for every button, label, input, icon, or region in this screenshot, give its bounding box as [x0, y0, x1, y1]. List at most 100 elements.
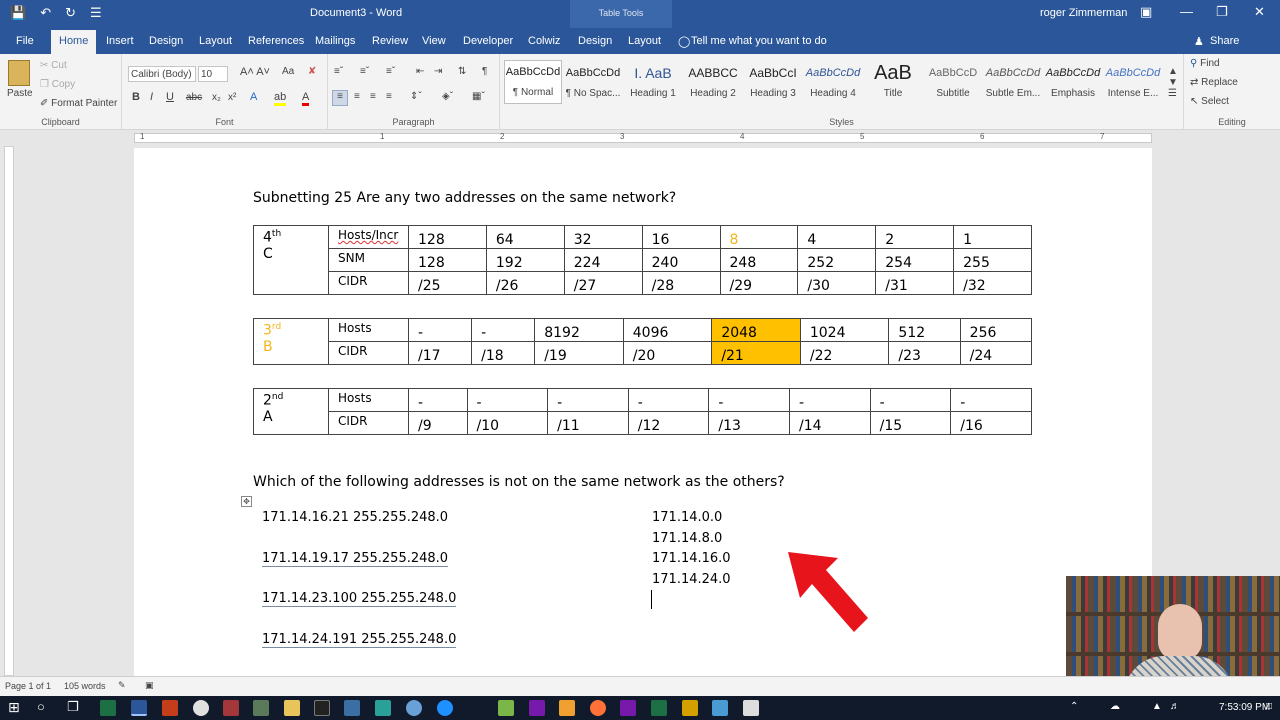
style-heading-1[interactable]: I. AaB Heading 1 [624, 62, 682, 99]
highlight-color-icon[interactable]: ab [274, 91, 287, 106]
decrease-indent-icon[interactable]: ⇤ [416, 66, 424, 77]
task-view-icon[interactable]: ❐ [67, 699, 79, 715]
app-icon[interactable] [559, 700, 575, 716]
minimize-icon[interactable]: — [1180, 4, 1193, 19]
italic-icon[interactable]: I [150, 91, 153, 103]
tab-home[interactable]: Home [51, 30, 97, 54]
strikethrough-icon[interactable]: abc [186, 92, 202, 103]
app-icon[interactable] [375, 700, 391, 716]
bullets-icon[interactable]: ≡ˇ [334, 66, 343, 77]
style-emphasis[interactable]: AaBbCcDd Emphasis [1044, 62, 1102, 99]
customize-icon[interactable]: ☰ [90, 5, 102, 21]
volume-icon[interactable]: ♬ [1170, 701, 1180, 712]
font-color-icon[interactable]: A [302, 91, 310, 106]
redo-icon[interactable]: ↻ [65, 5, 76, 21]
grow-shrink-font-icon[interactable]: A˄ A˅ [240, 66, 270, 78]
font-name-select[interactable]: Calibri (Body) [128, 66, 196, 82]
tab-table-layout[interactable]: Layout [628, 35, 661, 47]
align-right-icon[interactable]: ≡ [370, 91, 376, 102]
style-subtle-emphasis[interactable]: AaBbCcDd Subtle Em... [984, 62, 1042, 99]
cloud-icon[interactable]: ☁ [1110, 701, 1120, 712]
app-icon[interactable] [651, 700, 667, 716]
paste-icon[interactable] [8, 60, 30, 86]
underline-icon[interactable]: U [166, 91, 174, 103]
app-icon[interactable] [344, 700, 360, 716]
page-count[interactable]: Page 1 of 1 [5, 681, 51, 691]
copy-button[interactable]: ❐ Copy [40, 79, 75, 90]
shading-icon[interactable]: ◈ˇ [442, 91, 453, 102]
user-name[interactable]: roger Zimmerman [1040, 7, 1127, 19]
windows-start-icon[interactable]: ⊞ [8, 699, 20, 716]
numbering-icon[interactable]: ≡ˇ [360, 66, 369, 77]
maximize-icon[interactable]: ❐ [1216, 4, 1228, 20]
style-intense-emphasis[interactable]: AaBbCcDd Intense E... [1104, 62, 1162, 99]
change-case-icon[interactable]: Aa [282, 66, 294, 77]
app-icon[interactable] [712, 700, 728, 716]
align-left-icon[interactable]: ≡ [332, 90, 348, 106]
style-title[interactable]: AaB Title [864, 62, 922, 99]
app-icon[interactable] [682, 700, 698, 716]
clear-formatting-icon[interactable]: ✘ [308, 66, 316, 77]
justify-icon[interactable]: ≡ [386, 91, 392, 102]
access-icon[interactable] [223, 700, 239, 716]
word-icon[interactable] [131, 700, 147, 716]
vertical-ruler[interactable] [4, 146, 14, 676]
show-marks-icon[interactable]: ¶ [482, 66, 487, 77]
network-icon[interactable]: ▲ [1152, 701, 1162, 712]
tab-colwiz[interactable]: Colwiz [528, 35, 560, 47]
line-spacing-icon[interactable]: ⇕ˇ [410, 91, 422, 102]
tab-design[interactable]: Design [149, 35, 183, 47]
tab-mailings[interactable]: Mailings [315, 35, 355, 47]
app-icon[interactable] [437, 700, 453, 716]
bold-icon[interactable]: B [132, 91, 140, 103]
excel-icon[interactable] [100, 700, 116, 716]
app-icon[interactable] [406, 700, 422, 716]
tray-chevron-icon[interactable]: ⌃ [1070, 701, 1078, 712]
tab-table-design[interactable]: Design [578, 35, 612, 47]
share-button[interactable]: Share [1210, 35, 1239, 47]
text-effects-icon[interactable]: A [250, 91, 257, 103]
file-explorer-icon[interactable] [284, 700, 300, 716]
macro-record-icon[interactable]: ▣ [145, 680, 154, 691]
tab-insert[interactable]: Insert [106, 35, 134, 47]
font-size-select[interactable]: 10 [198, 66, 228, 82]
paste-button[interactable]: Paste [7, 88, 33, 99]
undo-icon[interactable]: ↶ [40, 5, 51, 21]
tab-developer[interactable]: Developer [463, 35, 513, 47]
search-icon[interactable]: ○ [37, 699, 45, 714]
tab-layout[interactable]: Layout [199, 35, 232, 47]
subscript-icon[interactable]: x₂ [212, 92, 221, 103]
format-painter-button[interactable]: ✐ Format Painter [40, 98, 117, 109]
superscript-icon[interactable]: x² [228, 92, 236, 103]
save-icon[interactable]: 💾 [10, 5, 26, 21]
firefox-icon[interactable] [590, 700, 606, 716]
onenote-icon[interactable] [620, 700, 636, 716]
style-heading-3[interactable]: AaBbCcI Heading 3 [744, 62, 802, 99]
tell-me-search[interactable]: Tell me what you want to do [691, 35, 827, 47]
clock[interactable]: 7:53:09 PM [1219, 702, 1270, 713]
table-move-handle-icon[interactable]: ✥ [241, 496, 252, 507]
style-heading-2[interactable]: AABBCC Heading 2 [684, 62, 742, 99]
horizontal-ruler[interactable]: 1 1 2 3 4 5 6 7 [0, 130, 1280, 146]
word-count[interactable]: 105 words [64, 681, 106, 691]
style-heading-4[interactable]: AaBbCcDd Heading 4 [804, 62, 862, 99]
tab-references[interactable]: References [248, 35, 304, 47]
tab-file[interactable]: File [16, 35, 34, 47]
style-subtitle[interactable]: AaBbCcD Subtitle [924, 62, 982, 99]
align-center-icon[interactable]: ≡ [354, 91, 360, 102]
replace-button[interactable]: ⇄ Replace [1190, 77, 1238, 88]
style-no-spacing[interactable]: AaBbCcDd ¶ No Spac... [564, 62, 622, 99]
ribbon-display-icon[interactable]: ▣ [1140, 4, 1152, 20]
terminal-icon[interactable] [314, 700, 330, 716]
tab-review[interactable]: Review [372, 35, 408, 47]
onenote-icon[interactable] [529, 700, 545, 716]
increase-indent-icon[interactable]: ⇥ [434, 66, 442, 77]
app-icon[interactable] [253, 700, 269, 716]
chrome-icon[interactable] [193, 700, 209, 716]
app-icon[interactable] [498, 700, 514, 716]
proofing-icon[interactable]: ✎ [118, 680, 126, 691]
notifications-icon[interactable]: □ [1266, 701, 1272, 712]
multilevel-list-icon[interactable]: ≡ˇ [386, 66, 395, 77]
tab-view[interactable]: View [422, 35, 446, 47]
style-normal[interactable]: AaBbCcDd ¶ Normal [504, 60, 562, 104]
